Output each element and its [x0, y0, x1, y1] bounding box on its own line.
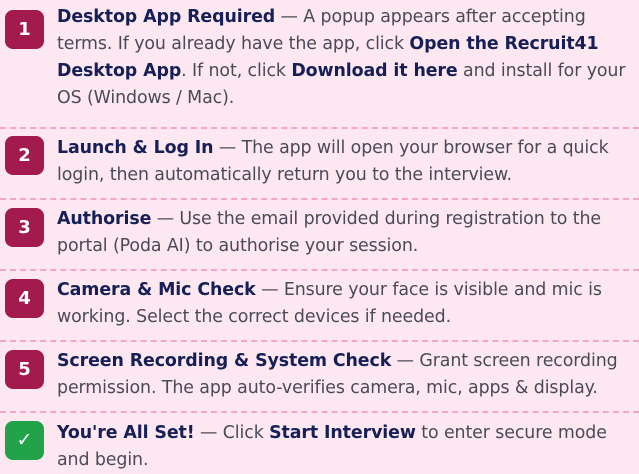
step-title: Screen Recording & System Check: [57, 351, 392, 371]
step-number-badge: 5: [5, 350, 44, 389]
step-divider: [0, 269, 639, 271]
step-description: You're All Set! — Click Start Interview …: [57, 420, 635, 474]
step-number-badge: 4: [5, 279, 44, 318]
step-description: Camera & Mic Check — Ensure your face is…: [57, 277, 635, 331]
step-text-part: . If not, click: [181, 61, 292, 81]
step-divider: [0, 198, 639, 200]
step-title: Authorise: [57, 209, 152, 229]
step-description: Desktop App Required — A popup appears a…: [57, 4, 635, 112]
checkmark-icon: ✓: [5, 421, 44, 460]
step-separator: —: [194, 423, 223, 443]
step-number-badge: 1: [5, 10, 44, 49]
step-title: Camera & Mic Check: [57, 280, 256, 300]
step-title: Launch & Log In: [57, 138, 214, 158]
step-divider: [0, 411, 639, 413]
step-separator: —: [275, 7, 304, 27]
step-number-badge: 3: [5, 208, 44, 247]
step-description: Launch & Log In — The app will open your…: [57, 135, 635, 189]
step-number-badge: 2: [5, 136, 44, 175]
start-interview-reference: Start Interview: [269, 423, 416, 443]
step-separator: —: [255, 280, 284, 300]
step-separator: —: [391, 351, 420, 371]
setup-steps-list: 1 Desktop App Required — A popup appears…: [0, 0, 639, 471]
step-description: Screen Recording & System Check — Grant …: [57, 348, 635, 402]
step-title: Desktop App Required: [57, 7, 276, 27]
step-divider: [0, 340, 639, 342]
step-description: Authorise — Use the email provided durin…: [57, 206, 635, 260]
step-divider: [0, 127, 639, 129]
step-text-part: Click: [222, 423, 270, 443]
download-app-reference: Download it here: [291, 61, 458, 81]
step-separator: —: [213, 138, 242, 158]
step-separator: —: [151, 209, 180, 229]
step-title: You're All Set!: [57, 423, 195, 443]
